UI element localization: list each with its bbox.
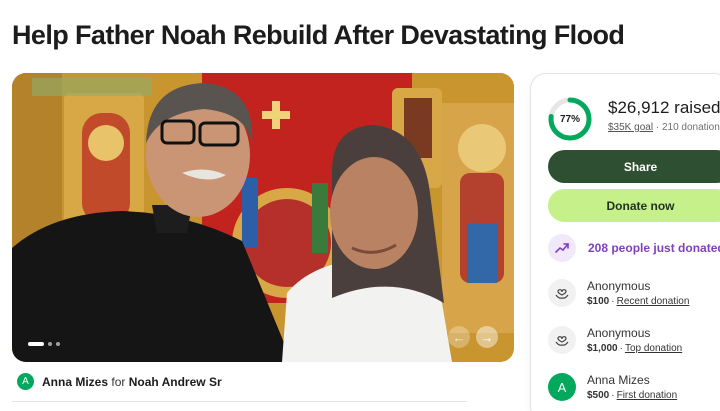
carousel-dot-3[interactable] xyxy=(56,342,60,346)
campaign-photo[interactable]: ← → xyxy=(12,73,514,362)
just-donated-row: 208 people just donated xyxy=(548,234,720,262)
amount-raised: $26,912 raised xyxy=(608,98,720,117)
carousel-dot-2[interactable] xyxy=(48,342,52,346)
donation-count: 210 donations xyxy=(661,122,720,133)
photo-illustration xyxy=(12,73,514,362)
beneficiary-name[interactable]: Noah Andrew Sr xyxy=(129,375,222,389)
donor-avatar: A xyxy=(548,373,576,401)
organizer-connector: for xyxy=(111,374,126,389)
carousel-dot-1[interactable] xyxy=(28,342,44,346)
donor-item: Anonymous $100 · Recent donation xyxy=(548,279,689,307)
donor-item: A Anna Mizes $500 · First donation xyxy=(548,373,677,401)
arrow-left-icon: ← xyxy=(452,329,466,345)
goal-line: $35K goal · 210 donations xyxy=(608,122,720,133)
first-donation-link[interactable]: First donation xyxy=(617,390,678,401)
donation-card: 77% $26,912 raised $35K goal · 210 donat… xyxy=(530,73,720,411)
donor-name: Anna Mizes xyxy=(587,373,650,387)
organizer-avatar: A xyxy=(17,373,34,390)
donor-amount: $1,000 xyxy=(587,343,618,354)
donor-item: Anonymous $1,000 · Top donation xyxy=(548,326,682,354)
trending-up-icon xyxy=(548,234,576,262)
progress-percent: 77% xyxy=(559,113,580,125)
divider xyxy=(12,401,467,402)
heart-hands-icon xyxy=(548,326,576,354)
donate-now-button[interactable]: Donate now xyxy=(548,189,720,222)
organizer-line: A Anna Mizes for Noah Andrew Sr xyxy=(17,373,222,390)
donor-meta: $1,000 · Top donation xyxy=(587,343,683,354)
donor-amount: $100 xyxy=(587,296,610,307)
share-button[interactable]: Share xyxy=(548,150,720,183)
carousel-prev-button[interactable]: ← xyxy=(448,326,470,348)
top-donation-link[interactable]: Top donation xyxy=(625,343,682,354)
recent-donation-link[interactable]: Recent donation xyxy=(617,296,690,307)
goal-separator: · xyxy=(655,122,660,133)
arrow-right-icon: → xyxy=(480,329,494,345)
just-donated-text: 208 people just donated xyxy=(588,241,720,255)
carousel-indicator[interactable] xyxy=(28,342,60,346)
donor-meta: $100 · Recent donation xyxy=(587,296,690,307)
goal-link[interactable]: $35K goal xyxy=(608,122,653,133)
organizer-text: Anna Mizes for Noah Andrew Sr xyxy=(42,375,222,389)
donor-name: Anonymous xyxy=(587,279,651,293)
organizer-name[interactable]: Anna Mizes xyxy=(42,375,108,389)
heart-hands-icon xyxy=(548,279,576,307)
page-title: Help Father Noah Rebuild After Devastati… xyxy=(12,20,625,50)
donor-amount: $500 xyxy=(587,390,610,401)
donor-meta: $500 · First donation xyxy=(587,390,678,401)
donor-name: Anonymous xyxy=(587,326,651,340)
carousel-next-button[interactable]: → xyxy=(476,326,498,348)
